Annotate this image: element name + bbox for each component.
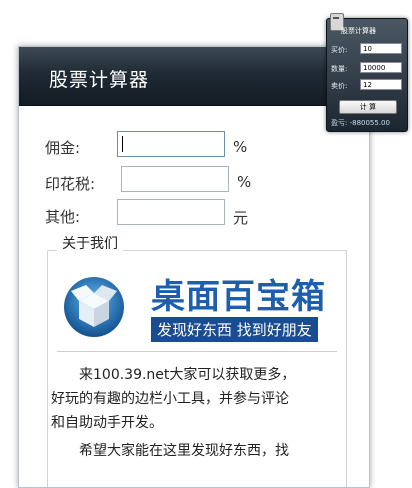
commission-input[interactable] bbox=[117, 131, 225, 157]
other-fee-unit: 元 bbox=[233, 209, 249, 227]
buy-price-input[interactable]: 10 bbox=[360, 43, 402, 54]
calculate-button[interactable]: 计 算 bbox=[339, 100, 397, 114]
buy-price-label: 买价: bbox=[331, 46, 348, 54]
settings-panel: 股票计算器 佣金: % 印花税: % 其他: 元 关于我们 桌面百宝箱 发现好东… bbox=[18, 46, 370, 488]
commission-label: 佣金: bbox=[45, 139, 81, 157]
gadget-title: 股票计算器 bbox=[341, 27, 376, 35]
box-logo-icon bbox=[64, 277, 124, 337]
about-line-1: 来100.39.net大家可以获取更多， bbox=[79, 367, 296, 383]
text-caret bbox=[122, 136, 123, 152]
logo: 桌面百宝箱 发现好东西 找到好朋友 bbox=[61, 259, 351, 359]
quantity-input[interactable]: 10000 bbox=[360, 62, 402, 73]
quantity-label: 数量: bbox=[331, 65, 348, 73]
stamp-tax-label: 印花税: bbox=[45, 175, 96, 193]
stock-calculator-gadget[interactable]: 股票计算器 买价: 10 数量: 10000 卖价: 12 计 算 盈亏: -8… bbox=[326, 13, 408, 132]
about-line-3: 和自助动手开发。 bbox=[51, 415, 163, 431]
other-fee-input[interactable] bbox=[117, 199, 225, 225]
panel-header: 股票计算器 bbox=[19, 47, 369, 106]
profit-result: 盈亏: -880055.00 bbox=[331, 119, 390, 127]
logo-text: 桌面百宝箱 bbox=[151, 277, 326, 317]
logo-slogan: 发现好东西 找到好朋友 bbox=[151, 317, 318, 342]
sell-price-label: 卖价: bbox=[331, 82, 348, 90]
sell-price-input[interactable]: 12 bbox=[360, 79, 402, 90]
about-legend: 关于我们 bbox=[57, 233, 123, 253]
panel-title: 股票计算器 bbox=[49, 69, 150, 91]
divider bbox=[57, 351, 337, 352]
other-fee-label: 其他: bbox=[45, 208, 81, 226]
stamp-tax-input[interactable] bbox=[121, 166, 229, 192]
about-line-2: 好玩的有趣的边栏小工具，并参与评论 bbox=[51, 391, 289, 407]
commission-unit: % bbox=[233, 138, 248, 156]
stamp-tax-unit: % bbox=[237, 173, 252, 191]
about-line-4: 希望大家能在这里发现好东西，找 bbox=[79, 443, 289, 459]
